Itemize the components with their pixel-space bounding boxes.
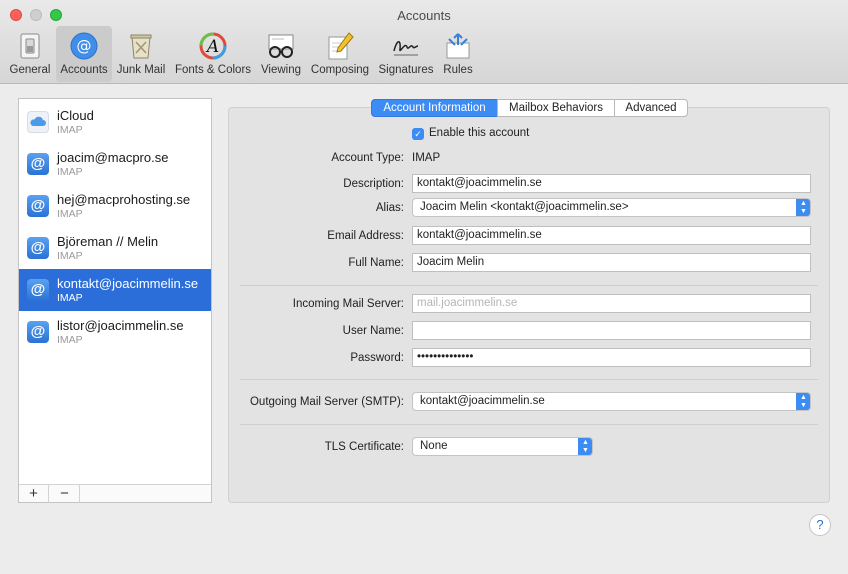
toolbar-general[interactable]: General <box>6 26 54 82</box>
tab-account-information[interactable]: Account Information <box>371 99 498 117</box>
toolbar-signatures-label: Signatures <box>378 64 434 76</box>
toolbar-accounts-label: Accounts <box>60 64 108 76</box>
help-button[interactable]: ? <box>809 514 831 536</box>
accounts-list: iCloud IMAP @ joacim@macpro.se IMAP @ he… <box>18 98 212 503</box>
svg-text:@: @ <box>77 37 92 55</box>
divider <box>240 379 818 380</box>
password-field[interactable]: •••••••••••••• <box>412 348 811 367</box>
account-name: Björeman // Melin <box>57 234 159 249</box>
at-icon: @ <box>27 321 49 343</box>
glasses-icon <box>268 34 294 58</box>
account-item-listor[interactable]: @ listor@joacimmelin.se IMAP <box>19 311 211 353</box>
alias-value: Joacim Melin <kontakt@joacimmelin.se> <box>420 201 629 213</box>
account-item-bjoreman-melin[interactable]: @ Björeman // Melin IMAP <box>19 227 211 269</box>
incoming-server-field[interactable]: mail.joacimmelin.se <box>412 294 811 313</box>
fullname-label: Full Name: <box>348 257 404 269</box>
switch-icon <box>20 33 40 59</box>
account-type-value: IMAP <box>412 152 441 164</box>
account-item-hej-macprohosting[interactable]: @ hej@macprohosting.se IMAP <box>19 185 211 227</box>
chevron-updown-icon: ▲ ▼ <box>796 393 810 410</box>
toolbar-general-label: General <box>9 64 51 76</box>
username-label: User Name: <box>342 325 404 337</box>
username-field[interactable] <box>412 321 811 340</box>
at-icon: @ <box>27 153 49 175</box>
chevron-updown-icon: ▲ ▼ <box>796 199 810 216</box>
description-label: Description: <box>343 178 404 190</box>
font-icon: A <box>199 32 227 60</box>
email-field[interactable]: kontakt@joacimmelin.se <box>412 226 811 245</box>
fullname-field[interactable]: Joacim Melin <box>412 253 811 272</box>
toolbar-signatures[interactable]: Signatures <box>374 26 438 82</box>
account-name: listor@joacimmelin.se <box>57 318 184 333</box>
rules-icon <box>446 33 470 59</box>
toolbar-composing-label: Composing <box>310 64 370 76</box>
alias-popup[interactable]: Joacim Melin <kontakt@joacimmelin.se> ▲ ▼ <box>412 198 811 217</box>
toolbar-fonts-colors[interactable]: A Fonts & Colors <box>172 26 254 82</box>
tls-popup[interactable]: None ▲ ▼ <box>412 437 593 456</box>
divider <box>240 285 818 286</box>
chevron-updown-icon: ▲ ▼ <box>578 438 592 455</box>
at-icon: @ <box>27 237 49 259</box>
pencil-icon <box>328 32 354 60</box>
svg-text:A: A <box>205 37 219 57</box>
at-icon: @ <box>70 32 98 60</box>
accounts-window: Accounts General @ Accounts Junk Mail A … <box>0 0 848 574</box>
account-type: IMAP <box>57 334 83 346</box>
account-type: IMAP <box>57 208 83 220</box>
smtp-popup[interactable]: kontakt@joacimmelin.se ▲ ▼ <box>412 392 811 411</box>
account-type: IMAP <box>57 124 83 136</box>
account-name: kontakt@joacimmelin.se <box>57 276 199 291</box>
account-type: IMAP <box>57 166 83 178</box>
smtp-value: kontakt@joacimmelin.se <box>420 395 545 407</box>
description-field[interactable]: kontakt@joacimmelin.se <box>412 174 811 193</box>
account-type: IMAP <box>57 250 83 262</box>
toolbar-junk-mail[interactable]: Junk Mail <box>114 26 168 82</box>
account-type-label: Account Type: <box>331 152 404 164</box>
divider <box>240 424 818 425</box>
email-label: Email Address: <box>327 230 404 242</box>
enable-account-label: Enable this account <box>429 127 530 139</box>
toolbar-rules-label: Rules <box>443 64 473 76</box>
title-bar: Accounts General @ Accounts Junk Mail A … <box>0 0 848 84</box>
tls-value: None <box>420 440 448 452</box>
toolbar-fonts-colors-label: Fonts & Colors <box>174 64 252 76</box>
smtp-label: Outgoing Mail Server (SMTP): <box>249 396 404 408</box>
toolbar-viewing-label: Viewing <box>260 64 302 76</box>
toolbar-accounts[interactable]: @ Accounts <box>56 26 112 82</box>
add-account-button[interactable]: + <box>19 485 49 503</box>
cloud-icon <box>27 111 49 133</box>
alias-label: Alias: <box>375 202 404 214</box>
account-type: IMAP <box>57 292 83 304</box>
account-item-kontakt[interactable]: @ kontakt@joacimmelin.se IMAP <box>19 269 211 311</box>
toolbar-rules[interactable]: Rules <box>440 26 476 82</box>
account-name: joacim@macpro.se <box>57 150 169 165</box>
list-footer: + − <box>19 484 211 503</box>
window-title: Accounts <box>397 8 451 23</box>
remove-account-button[interactable]: − <box>50 485 80 503</box>
account-item-icloud[interactable]: iCloud IMAP <box>19 101 211 143</box>
enable-account-checkbox[interactable]: ✓ <box>412 128 424 140</box>
incoming-server-label: Incoming Mail Server: <box>292 298 404 310</box>
account-name: hej@macprohosting.se <box>57 192 191 207</box>
at-icon: @ <box>27 279 49 301</box>
toolbar-viewing[interactable]: Viewing <box>256 26 306 82</box>
tab-advanced[interactable]: Advanced <box>614 99 688 117</box>
password-label: Password: <box>350 352 404 364</box>
trash-icon <box>130 34 152 59</box>
signature-icon <box>393 41 419 56</box>
account-item-joacim-macpro[interactable]: @ joacim@macpro.se IMAP <box>19 143 211 185</box>
tab-mailbox-behaviors[interactable]: Mailbox Behaviors <box>497 99 615 117</box>
toolbar-composing[interactable]: Composing <box>308 26 372 82</box>
tls-label: TLS Certificate: <box>324 441 404 453</box>
at-icon: @ <box>27 195 49 217</box>
toolbar-junk-mail-label: Junk Mail <box>116 64 166 76</box>
account-name: iCloud <box>57 108 94 123</box>
